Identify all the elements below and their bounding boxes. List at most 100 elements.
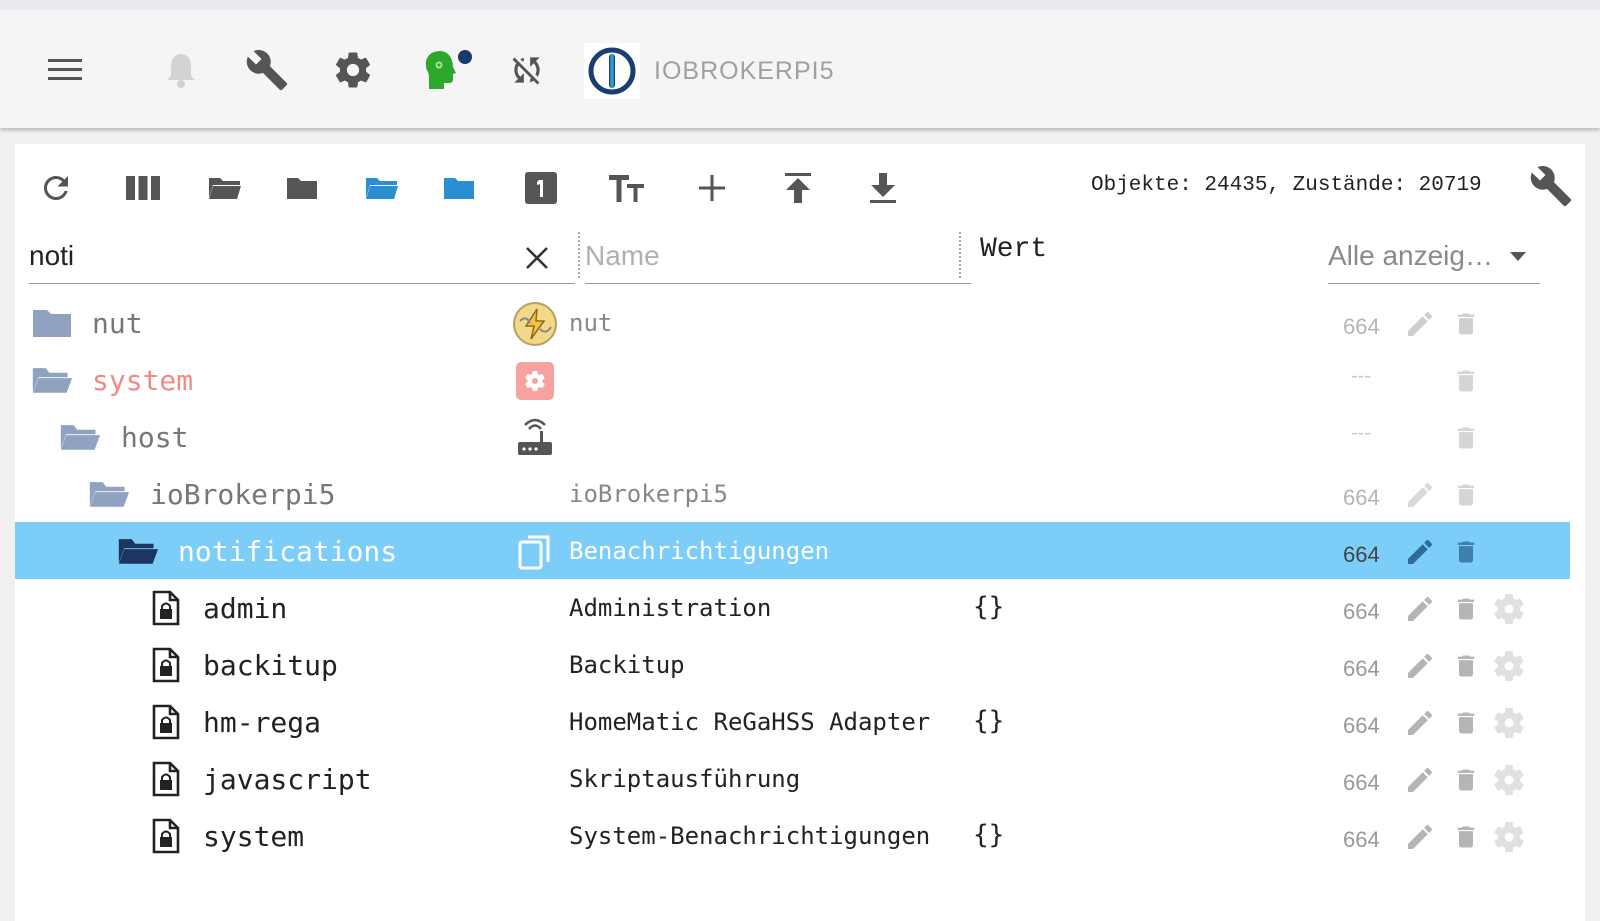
row-acl: 664 [1343, 599, 1380, 624]
locked-file-icon [145, 702, 187, 742]
row-id: admin [203, 592, 288, 625]
system-gear-icon [511, 358, 559, 404]
download-icon[interactable] [863, 168, 903, 208]
trash-icon[interactable] [1448, 306, 1484, 342]
column-divider[interactable] [959, 232, 961, 278]
folder-open-icon[interactable] [117, 531, 159, 571]
folder-closed-icon[interactable] [282, 168, 322, 208]
edit-icon[interactable] [1402, 762, 1438, 798]
trash-icon[interactable] [1448, 705, 1484, 741]
edit-icon[interactable] [1402, 477, 1438, 513]
row-acl: 664 [1343, 770, 1380, 795]
trash-icon[interactable] [1448, 648, 1484, 684]
bell-icon[interactable] [157, 46, 205, 94]
row-name: nut [569, 309, 613, 337]
edit-icon[interactable] [1402, 534, 1438, 570]
edit-icon[interactable] [1402, 705, 1438, 741]
gear-icon[interactable] [329, 46, 377, 94]
gear-icon[interactable] [1491, 819, 1527, 855]
edit-icon[interactable] [1402, 306, 1438, 342]
copy-icon[interactable] [511, 529, 559, 575]
row-acl: 664 [1343, 485, 1380, 510]
sync-off-icon[interactable] [503, 46, 551, 94]
tree-row[interactable]: host --- [15, 408, 1570, 465]
one-icon[interactable] [521, 168, 561, 208]
folder-open-icon[interactable] [31, 360, 73, 400]
row-acl: 664 [1343, 656, 1380, 681]
folder-open-blue-icon[interactable] [362, 168, 402, 208]
row-id: system [92, 364, 194, 397]
edit-icon[interactable] [1402, 648, 1438, 684]
trash-icon[interactable] [1448, 819, 1484, 855]
edit-icon[interactable] [1402, 819, 1438, 855]
tree-row[interactable]: hm-rega HomeMatic ReGaHSS Adapter {} 664 [15, 693, 1570, 750]
folder-closed-icon[interactable] [31, 303, 73, 343]
row-id: javascript [203, 763, 372, 796]
row-name: System-Benachrichtigungen [569, 822, 931, 850]
locked-file-icon [145, 759, 187, 799]
row-id: backitup [203, 649, 338, 682]
name-filter [585, 230, 971, 284]
caret-down-icon [1510, 252, 1526, 261]
trash-icon[interactable] [1448, 762, 1484, 798]
tree-row[interactable]: nut nut 664 [15, 294, 1570, 351]
iobroker-logo[interactable] [584, 43, 640, 99]
id-search-input[interactable] [29, 236, 499, 276]
tree-row[interactable]: javascript Skriptausführung 664 [15, 750, 1570, 807]
row-id: ioBrokerpi5 [150, 478, 336, 511]
gear-icon[interactable] [1491, 762, 1527, 798]
head-icon[interactable] [416, 46, 464, 94]
wrench-icon[interactable] [1527, 162, 1575, 210]
tree-row[interactable]: ioBrokerpi5 ioBrokerpi5 664 [15, 465, 1570, 522]
row-acl: 664 [1343, 542, 1380, 567]
objects-panel: Objekte: 24435, Zustände: 20719 Wert All… [15, 144, 1585, 921]
row-id: host [121, 421, 189, 454]
router-icon [511, 415, 559, 461]
menu-icon[interactable] [41, 46, 89, 94]
gear-icon[interactable] [1491, 705, 1527, 741]
locked-file-icon [145, 816, 187, 856]
folder-open-icon[interactable] [88, 474, 130, 514]
tree-row[interactable]: admin Administration {} 664 [15, 579, 1570, 636]
row-name: Skriptausführung [569, 765, 801, 793]
tree-row[interactable]: system System-Benachrichtigungen {} 664 [15, 807, 1570, 864]
trash-icon[interactable] [1448, 534, 1484, 570]
text-size-icon[interactable] [607, 168, 647, 208]
gear-icon[interactable] [1491, 591, 1527, 627]
trash-icon[interactable] [1448, 591, 1484, 627]
object-counts: Objekte: 24435, Zustände: 20719 [1091, 174, 1482, 197]
refresh-icon[interactable] [36, 168, 76, 208]
wrench-icon[interactable] [243, 46, 291, 94]
edit-icon[interactable] [1402, 591, 1438, 627]
notification-dot [458, 50, 472, 64]
row-acl: --- [1351, 422, 1371, 444]
trash-icon[interactable] [1448, 363, 1484, 399]
column-divider[interactable] [578, 232, 580, 278]
upload-icon[interactable] [778, 168, 818, 208]
tree-row[interactable]: system --- [15, 351, 1570, 408]
id-filter [29, 230, 575, 284]
folder-open-outline-icon[interactable] [205, 168, 245, 208]
row-name: Benachrichtigungen [569, 537, 830, 565]
columns-icon[interactable] [123, 168, 163, 208]
value-column-header: Wert [980, 234, 1048, 265]
folder-open-icon[interactable] [59, 417, 101, 457]
tree-row-selected[interactable]: notifications Benachrichtigungen 664 [15, 522, 1570, 579]
gear-icon[interactable] [1491, 648, 1527, 684]
row-acl: --- [1351, 365, 1371, 387]
row-value[interactable]: {} [973, 592, 1004, 622]
row-value[interactable]: {} [973, 820, 1004, 850]
row-value[interactable]: {} [973, 706, 1004, 736]
row-name: Backitup [569, 651, 685, 679]
type-filter-select[interactable]: Alle anzeig… [1328, 230, 1540, 284]
folder-closed-blue-icon[interactable] [439, 168, 479, 208]
tree-row[interactable]: backitup Backitup 664 [15, 636, 1570, 693]
trash-icon[interactable] [1448, 420, 1484, 456]
trash-icon[interactable] [1448, 477, 1484, 513]
type-filter-value: Alle anzeig… [1328, 240, 1493, 271]
row-id: nut [92, 307, 143, 340]
add-icon[interactable] [692, 168, 732, 208]
close-icon[interactable] [519, 240, 555, 276]
app-bar: IOBROKERPI5 [0, 0, 1600, 128]
name-search-input[interactable] [585, 236, 965, 276]
